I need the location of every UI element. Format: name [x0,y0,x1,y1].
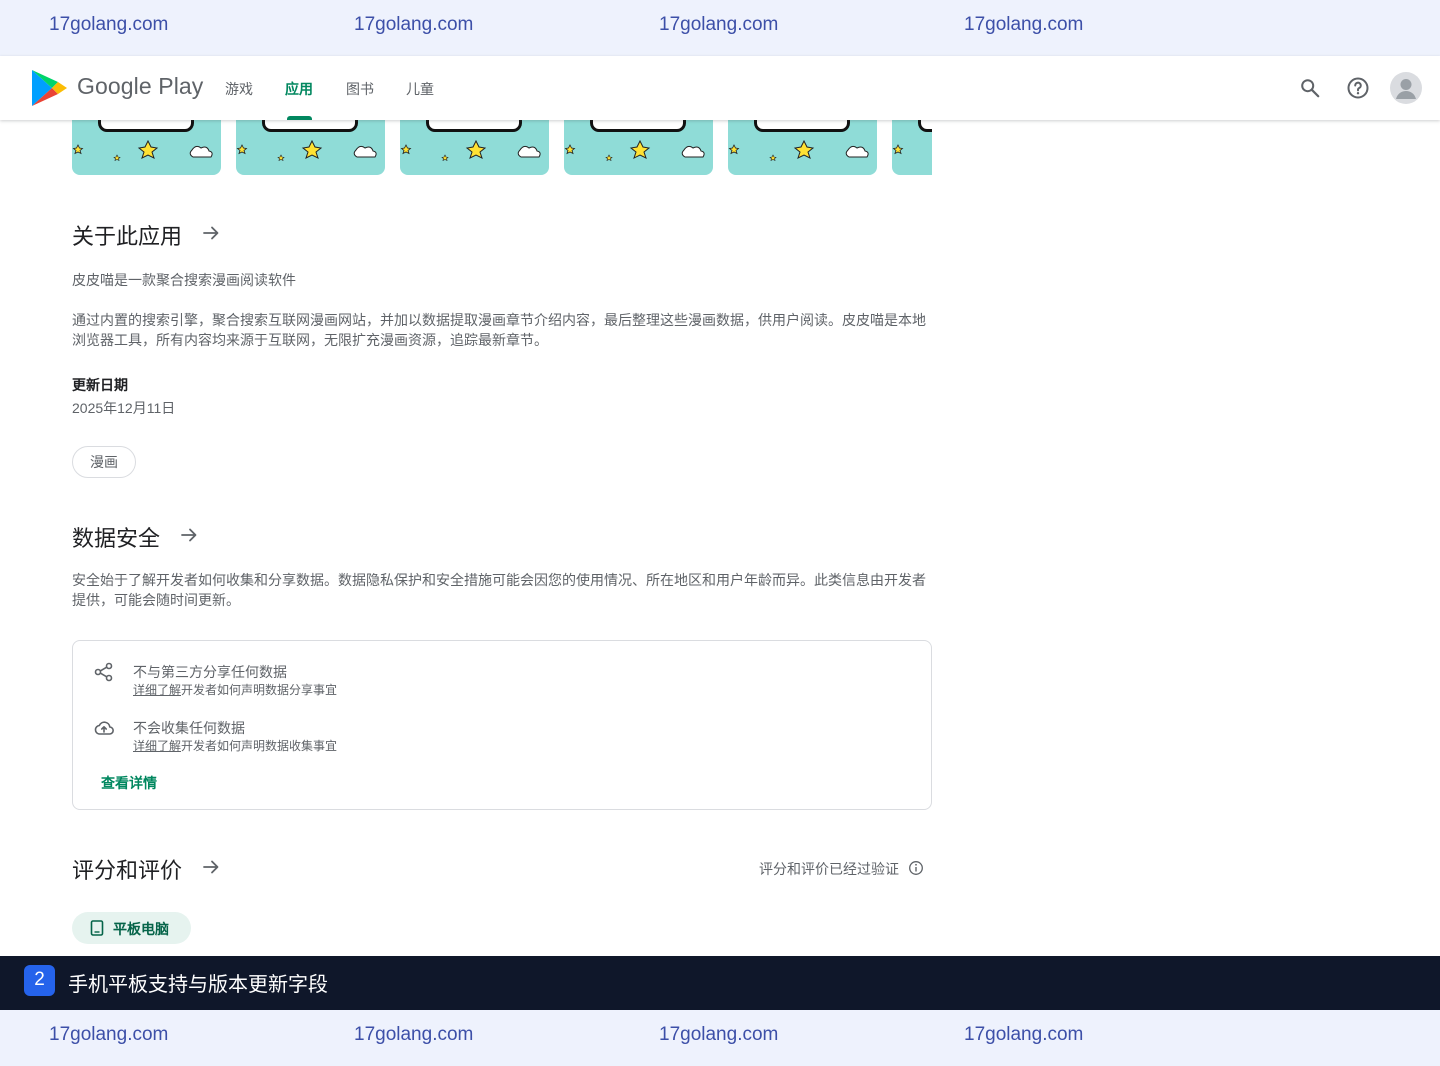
watermark-text: 17golang.com [964,1024,1084,1045]
no-collection-text: 不会收集任何数据 [133,720,245,736]
nav-books[interactable]: 图书 [346,79,374,99]
no-collection-subtext: 详细了解开发者如何声明数据收集事宜 [133,737,337,754]
ratings-verified-text: 评分和评价已经过验证 [759,861,899,877]
nav-apps[interactable]: 应用 [285,79,313,99]
caption-banner: 2 手机平板支持与版本更新字段 [0,956,1440,1010]
active-nav-indicator [287,116,312,120]
tablet-icon [90,920,104,936]
search-icon[interactable] [1296,74,1324,102]
watermark-text: 17golang.com [354,14,474,35]
screenshot-thumbnail[interactable] [564,120,713,175]
about-section-title[interactable]: 关于此应用 [72,219,182,251]
collection-explainer: 开发者如何声明数据收集事宜 [181,739,338,753]
arrow-right-icon[interactable] [179,525,199,545]
info-icon[interactable] [908,860,924,876]
watermark-text: 17golang.com [659,1024,779,1045]
updated-label: 更新日期 [72,377,128,393]
caption-number-badge: 2 [24,965,55,996]
arrow-right-icon[interactable] [201,223,221,243]
caption-text: 手机平板支持与版本更新字段 [68,974,328,996]
data-safety-description: 安全始于了解开发者如何收集和分享数据。数据隐私保护和安全措施可能会因您的使用情况… [72,572,926,608]
screenshot-thumbnail[interactable] [728,120,877,175]
sharing-explainer: 开发者如何声明数据分享事宜 [181,683,338,697]
nav-kids[interactable]: 儿童 [406,79,434,99]
screenshot-thumbnail[interactable] [400,120,549,175]
app-description: 通过内置的搜索引擎，聚合搜索互联网漫画网站，并加以数据提取漫画章节介绍内容，最后… [72,312,926,348]
updated-date: 2025年12月11日 [72,400,176,416]
cloud-upload-icon [94,721,114,735]
ratings-title[interactable]: 评分和评价 [72,853,182,885]
watermark-text: 17golang.com [49,14,169,35]
watermark-text: 17golang.com [964,14,1084,35]
no-sharing-text: 不与第三方分享任何数据 [133,664,287,680]
nav-games[interactable]: 游戏 [225,79,253,99]
app-tagline: 皮皮喵是一款聚合搜索漫画阅读软件 [72,272,296,288]
watermark-text: 17golang.com [354,1024,474,1045]
category-chip[interactable]: 漫画 [72,446,136,478]
top-app-bar: Google Play 游戏 应用 图书 儿童 [0,56,1440,120]
share-icon [94,662,113,682]
data-safety-title[interactable]: 数据安全 [72,521,160,553]
see-details-link[interactable]: 查看详情 [101,773,157,793]
screenshot-carousel[interactable] [72,120,932,175]
watermark-bar-bottom: 17golang.com 17golang.com 17golang.com 1… [0,1010,1440,1066]
watermark-bar-top: 17golang.com 17golang.com 17golang.com 1… [0,0,1440,56]
help-icon[interactable] [1344,74,1372,102]
account-avatar-icon[interactable] [1390,72,1422,104]
watermark-text: 17golang.com [659,14,779,35]
brand-name[interactable]: Google Play [77,73,203,100]
screenshot-thumbnail[interactable] [892,120,932,175]
learn-more-link[interactable]: 详细了解 [133,739,181,753]
google-play-logo-icon[interactable] [30,69,68,107]
tablet-device-tab[interactable]: 平板电脑 [72,912,191,944]
learn-more-link[interactable]: 详细了解 [133,683,181,697]
no-sharing-subtext: 详细了解开发者如何声明数据分享事宜 [133,681,337,698]
watermark-text: 17golang.com [49,1024,169,1045]
screenshot-thumbnail[interactable] [236,120,385,175]
data-safety-card: 不与第三方分享任何数据 详细了解开发者如何声明数据分享事宜 不会收集任何数据 详… [72,640,932,810]
arrow-right-icon[interactable] [201,857,221,877]
tablet-tab-label: 平板电脑 [113,921,169,937]
screenshot-thumbnail[interactable] [72,120,221,175]
